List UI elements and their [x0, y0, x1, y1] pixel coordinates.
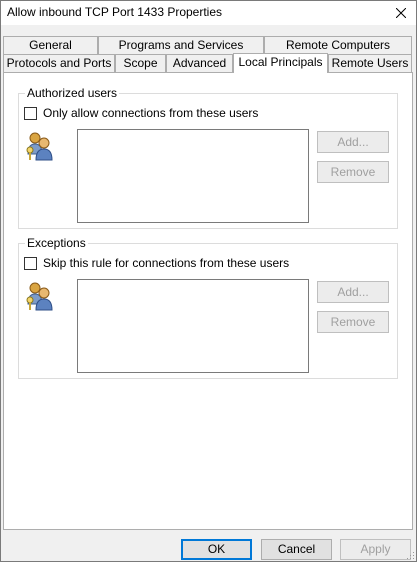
tab-advanced[interactable]: Advanced [166, 54, 233, 72]
exceptions-remove-button[interactable]: Remove [317, 311, 389, 333]
tab-remote-users[interactable]: Remote Users [328, 54, 412, 72]
exceptions-users-list[interactable] [77, 279, 309, 373]
tab-protocols-and-ports[interactable]: Protocols and Ports [3, 54, 115, 72]
tab-local-principals[interactable]: Local Principals [233, 53, 328, 73]
add-button-label: Add... [337, 135, 369, 149]
authorized-users-group: Authorized users Only allow connections … [18, 86, 398, 229]
resize-grip-icon[interactable] [405, 550, 415, 560]
tab-label: Programs and Services [118, 38, 244, 52]
skip-rule-checkbox[interactable] [24, 256, 37, 270]
authorized-remove-button[interactable]: Remove [317, 161, 389, 183]
window-title: Allow inbound TCP Port 1433 Properties [7, 5, 223, 19]
exceptions-legend: Exceptions [25, 236, 88, 250]
tab-panel-local-principals: Authorized users Only allow connections … [3, 72, 413, 530]
tab-label: Protocols and Ports [6, 56, 112, 70]
remove-button-label: Remove [330, 165, 376, 179]
tab-label: General [29, 38, 72, 52]
only-allow-checkbox-label: Only allow connections from these users [43, 106, 259, 120]
authorized-add-button[interactable]: Add... [317, 131, 389, 153]
tab-general[interactable]: General [3, 36, 98, 54]
properties-dialog: Allow inbound TCP Port 1433 Properties G… [0, 0, 417, 562]
apply-button-label: Apply [360, 542, 391, 556]
exceptions-add-button[interactable]: Add... [317, 281, 389, 303]
users-icon [26, 132, 53, 161]
tab-label: Remote Users [331, 56, 409, 70]
add-button-label: Add... [337, 285, 369, 299]
tab-scope[interactable]: Scope [115, 54, 166, 72]
skip-rule-checkbox-label: Skip this rule for connections from thes… [43, 256, 290, 270]
tab-remote-computers[interactable]: Remote Computers [264, 36, 412, 54]
close-button[interactable] [386, 1, 416, 25]
tab-label: Local Principals [238, 55, 323, 69]
authorized-users-legend: Authorized users [25, 86, 120, 100]
close-icon [396, 8, 406, 18]
apply-button[interactable]: Apply [340, 539, 411, 560]
only-allow-checkbox[interactable] [24, 106, 37, 120]
title-bar: Allow inbound TCP Port 1433 Properties [1, 1, 416, 25]
exceptions-group: Exceptions Skip this rule for connection… [18, 236, 398, 379]
tab-label: Advanced [172, 56, 227, 70]
tab-label: Scope [123, 56, 158, 70]
remove-button-label: Remove [330, 315, 376, 329]
authorized-users-list[interactable] [77, 129, 309, 223]
cancel-button[interactable]: Cancel [261, 539, 332, 560]
tab-label: Remote Computers [285, 38, 391, 52]
users-icon [26, 282, 53, 311]
tab-programs-and-services[interactable]: Programs and Services [98, 36, 264, 54]
skip-rule-checkbox-row[interactable]: Skip this rule for connections from thes… [24, 256, 289, 270]
ok-button-label: OK [207, 542, 226, 556]
ok-button[interactable]: OK [181, 539, 252, 560]
only-allow-checkbox-row[interactable]: Only allow connections from these users [24, 106, 258, 120]
cancel-button-label: Cancel [277, 542, 316, 556]
